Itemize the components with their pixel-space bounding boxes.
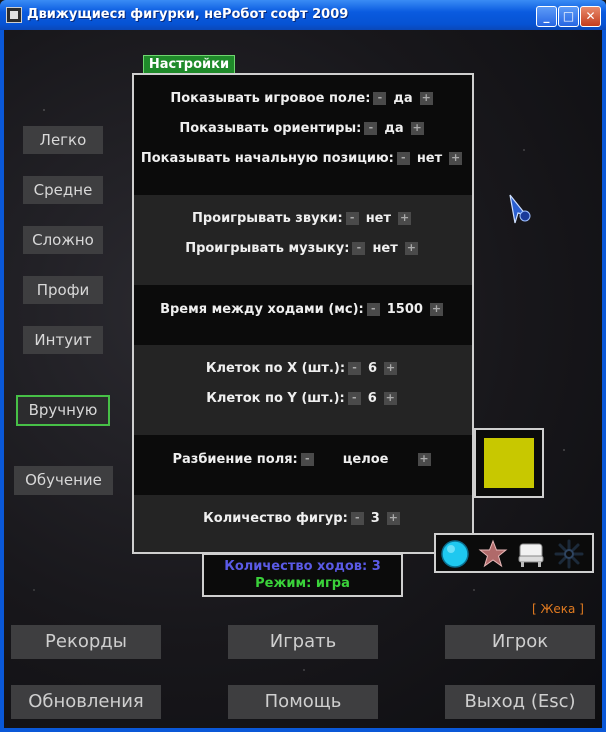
cells-x-minus-button[interactable]: - [348,362,362,375]
difficulty-intuit-button[interactable]: Интуит [23,326,103,354]
show-field-label: Показывать игровое поле: [170,91,371,106]
play-sounds-minus-button[interactable]: - [345,212,359,225]
move-time-minus-button[interactable]: - [366,303,380,316]
play-music-row: Проигрывать музыку: - нет + [134,241,472,259]
play-button[interactable]: Играть [228,625,378,659]
records-button[interactable]: Рекорды [11,625,161,659]
move-time-row: Время между ходами (мс): -1500 + [134,302,472,320]
app-icon [6,7,22,23]
move-time-plus-button[interactable]: + [429,303,443,316]
cells-x-label: Клеток по X (шт.): [205,361,346,376]
split-settings-section: Разбиение поля: - целое + [134,435,472,495]
show-guides-row: Показывать ориентиры: - да + [134,121,472,139]
game-info-box: Количество ходов: 3 Режим: игра [202,553,403,597]
timing-settings-section: Время между ходами (мс): -1500 + [134,285,472,345]
player-button[interactable]: Игрок [445,625,595,659]
figure-count-value: 3 [370,511,380,526]
maximize-button[interactable]: □ [558,6,579,27]
difficulty-pro-button[interactable]: Профи [23,276,103,304]
move-time-label: Время между ходами (мс): [160,302,364,317]
chair-icon[interactable] [516,539,546,569]
play-sounds-row: Проигрывать звуки: - нет + [134,211,472,229]
show-field-row: Показывать игровое поле: - да + [134,91,472,109]
show-start-minus-button[interactable]: - [396,152,410,165]
play-music-minus-button[interactable]: - [352,242,366,255]
cells-y-label: Клеток по Y (шт.): [206,391,345,406]
show-field-plus-button[interactable]: + [419,92,433,105]
color-swatch [484,438,534,488]
color-swatch-box[interactable] [474,428,544,498]
snowflake-icon[interactable] [554,539,584,569]
game-area: Легко Средне Сложно Профи Интуит Вручную… [4,30,602,728]
show-guides-value: да [384,121,404,136]
grid-settings-section: Клеток по X (шт.): -6 + Клеток по Y (шт.):… [134,345,472,435]
play-music-label: Проигрывать музыку: [185,241,350,256]
figure-selector [434,533,594,573]
exit-button[interactable]: Выход (Esc) [445,685,595,719]
difficulty-manual-button[interactable]: Вручную [16,395,110,426]
mode-text: Режим: игра [255,576,350,591]
show-guides-minus-button[interactable]: - [364,122,378,135]
cells-x-plus-button[interactable]: + [384,362,398,375]
cells-y-plus-button[interactable]: + [383,392,397,405]
figure-count-minus-button[interactable]: - [350,512,364,525]
figure-count-row: Количество фигур: -3 + [134,511,472,529]
field-split-plus-button[interactable]: + [417,453,431,466]
cells-y-row: Клеток по Y (шт.): -6 + [134,391,472,409]
title-bar: Движущиеся фигурки, неРобот софт 2009 _ … [0,0,606,30]
display-settings-section: Показывать игровое поле: - да + Показывать … [134,75,472,195]
play-sounds-label: Проигрывать звуки: [191,211,343,226]
settings-panel: Показывать игровое поле: - да + Показывать … [132,73,474,554]
tutorial-button[interactable]: Обучение [14,466,113,495]
show-start-plus-button[interactable]: + [449,152,463,165]
field-split-label: Разбиение поля: [172,452,298,467]
star-icon[interactable] [478,539,508,569]
cells-y-minus-button[interactable]: - [347,392,361,405]
show-start-value: нет [416,151,443,166]
move-time-value: 1500 [386,302,423,317]
play-sounds-plus-button[interactable]: + [398,212,412,225]
moves-count-text: Количество ходов: 3 [224,559,381,574]
difficulty-easy-button[interactable]: Легко [23,126,103,154]
field-split-row: Разбиение поля: - целое + [134,452,472,470]
show-field-value: да [393,91,413,106]
play-music-value: нет [372,241,398,256]
difficulty-hard-button[interactable]: Сложно [23,226,103,254]
sound-settings-section: Проигрывать звуки: - нет + Проигрывать музы… [134,195,472,285]
cells-x-value: 6 [368,361,378,376]
circle-icon[interactable] [440,539,470,569]
play-music-plus-button[interactable]: + [404,242,418,255]
show-field-minus-button[interactable]: - [373,92,387,105]
difficulty-medium-button[interactable]: Средне [23,176,103,204]
close-button[interactable]: ✕ [580,6,601,27]
pointer-cursor-icon [509,194,531,224]
figure-count-label: Количество фигур: [203,511,348,526]
show-guides-plus-button[interactable]: + [410,122,424,135]
cells-x-row: Клеток по X (шт.): -6 + [134,361,472,379]
figures-settings-section: Количество фигур: -3 + [134,495,472,552]
show-guides-label: Показывать ориентиры: [179,121,362,136]
figure-count-plus-button[interactable]: + [386,512,400,525]
show-start-row: Показывать начальную позицию: - нет + [134,151,472,169]
help-button[interactable]: Помощь [228,685,378,719]
field-split-minus-button[interactable]: - [300,453,314,466]
updates-button[interactable]: Обновления [11,685,161,719]
show-start-label: Показывать начальную позицию: [140,151,394,166]
window-title: Движущиеся фигурки, неРобот софт 2009 [27,7,349,22]
field-split-value: целое [342,452,389,467]
cells-y-value: 6 [367,391,377,406]
play-sounds-value: нет [365,211,392,226]
app-window: Движущиеся фигурки, неРобот софт 2009 _ … [0,0,606,732]
minimize-button[interactable]: _ [536,6,557,27]
settings-tab[interactable]: Настройки [143,55,235,75]
user-name-link[interactable]: [ Жека ] [532,602,584,616]
